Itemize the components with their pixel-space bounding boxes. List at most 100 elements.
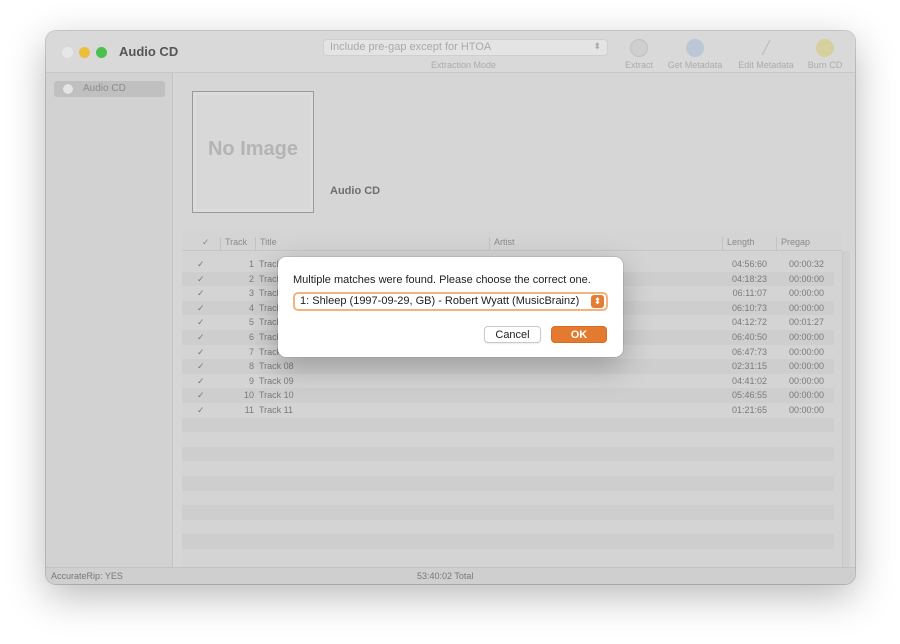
chevron-updown-icon: ⬍	[591, 295, 604, 308]
track-number: 4	[248, 302, 254, 313]
track-number: 3	[248, 288, 254, 299]
table-row[interactable]: ✓ 11 Track 11 01:21:65 00:00:00	[182, 403, 834, 418]
close-button[interactable]	[62, 47, 73, 58]
track-checkbox[interactable]: ✓	[197, 259, 205, 270]
burn-cd-label: Burn CD	[807, 60, 843, 70]
album-title: Audio CD	[330, 185, 381, 197]
track-checkbox[interactable]: ✓	[197, 347, 205, 358]
header-title[interactable]: Title	[255, 237, 277, 251]
table-row[interactable]: ✓ 8 Track 08 02:31:15 00:00:00	[182, 359, 834, 374]
track-length: 01:21:65	[731, 405, 767, 415]
empty-row	[182, 534, 834, 549]
extract-button[interactable]: Extract	[623, 39, 655, 70]
header-check[interactable]: ✓	[198, 237, 210, 251]
edit-metadata-button[interactable]: ╱ Edit Metadata	[734, 39, 798, 70]
minimize-button[interactable]	[79, 47, 90, 58]
match-select[interactable]: 1: Shleep (1997-09-29, GB) - Robert Wyat…	[293, 292, 608, 311]
table-row[interactable]: ✓ 10 Track 10 05:46:55 00:00:00	[182, 388, 834, 403]
empty-row	[182, 476, 834, 491]
dialog-message: Multiple matches were found. Please choo…	[293, 274, 591, 286]
total-duration: 53:40:02 Total	[417, 571, 474, 581]
track-checkbox[interactable]: ✓	[197, 332, 205, 343]
track-length: 06:11:07	[732, 288, 767, 299]
track-title: Track 10	[259, 390, 294, 401]
track-pregap: 00:01:27	[788, 317, 824, 328]
track-pregap: 00:00:00	[788, 332, 824, 342]
track-length: 04:12:72	[731, 317, 767, 328]
track-checkbox[interactable]: ✓	[197, 376, 205, 387]
artwork-placeholder-text: No Image	[207, 138, 299, 160]
edit-metadata-label: Edit Metadata	[738, 60, 794, 70]
track-pregap: 00:00:00	[788, 361, 824, 372]
track-checkbox[interactable]: ✓	[197, 390, 205, 401]
radiation-icon	[816, 39, 834, 57]
sidebar-item-label: Audio CD	[83, 83, 126, 94]
track-pregap: 00:00:00	[788, 273, 824, 284]
track-checkbox[interactable]: ✓	[197, 405, 205, 416]
track-length: 04:56:60	[731, 259, 767, 269]
extract-label: Extract	[624, 60, 653, 70]
empty-row	[182, 505, 834, 520]
track-number: 7	[248, 346, 254, 357]
track-number: 5	[248, 317, 254, 328]
extraction-mode-label: Extraction Mode	[431, 60, 497, 70]
track-pregap: 00:00:00	[788, 375, 824, 386]
header-length[interactable]: Length	[722, 237, 755, 251]
burn-cd-button[interactable]: Burn CD	[804, 39, 846, 70]
header-track[interactable]: Track	[220, 237, 247, 251]
zoom-button[interactable]	[96, 47, 107, 58]
chevron-updown-icon: ⬍	[593, 41, 601, 51]
track-length: 06:40:50	[731, 332, 767, 342]
cancel-button[interactable]: Cancel	[484, 326, 541, 343]
get-metadata-button[interactable]: Get Metadata	[663, 39, 727, 70]
track-length: 05:46:55	[731, 390, 767, 401]
accuraterip-status: AccurateRip: YES	[51, 571, 123, 581]
vertical-scrollbar[interactable]	[842, 251, 850, 567]
track-checkbox[interactable]: ✓	[197, 317, 205, 328]
empty-row	[182, 446, 834, 462]
track-length: 04:41:02	[731, 375, 767, 386]
track-length: 04:18:23	[731, 273, 767, 284]
track-checkbox[interactable]: ✓	[197, 288, 205, 299]
track-pregap: 00:00:00	[788, 346, 824, 357]
table-row[interactable]: ✓ 9 Track 09 04:41:02 00:00:00	[182, 374, 834, 389]
track-checkbox[interactable]: ✓	[197, 303, 205, 314]
track-number: 6	[248, 332, 254, 342]
track-pregap: 00:00:00	[788, 302, 824, 313]
track-number: 9	[248, 375, 254, 386]
cd-icon	[62, 83, 74, 95]
track-title: Track 08	[259, 361, 294, 372]
track-pregap: 00:00:00	[788, 405, 824, 415]
window-title: Audio CD	[119, 44, 179, 59]
track-number: 2	[248, 273, 254, 284]
table-header: ✓ Track Title Artist Length Pregap	[182, 231, 842, 251]
globe-icon	[686, 39, 704, 57]
status-bar: AccurateRip: YES 53:40:02 Total	[46, 567, 855, 584]
sidebar-item-audio-cd[interactable]: Audio CD	[54, 81, 165, 97]
header-pregap[interactable]: Pregap	[776, 237, 810, 251]
extraction-mode-value: Include pre-gap except for HTOA	[330, 41, 492, 53]
match-select-value: 1: Shleep (1997-09-29, GB) - Robert Wyat…	[300, 295, 580, 307]
track-pregap: 00:00:32	[788, 259, 824, 269]
track-length: 02:31:15	[731, 361, 767, 372]
header-artist[interactable]: Artist	[489, 237, 515, 251]
sidebar: Audio CD	[46, 73, 173, 567]
track-number: 8	[248, 361, 254, 372]
album-artwork[interactable]: No Image	[192, 91, 314, 213]
track-checkbox[interactable]: ✓	[197, 361, 205, 372]
track-title: Track 09	[259, 375, 294, 386]
track-pregap: 00:00:00	[788, 390, 824, 401]
ok-button[interactable]: OK	[551, 326, 607, 343]
track-number: 10	[243, 390, 254, 401]
match-dialog: Multiple matches were found. Please choo…	[278, 257, 623, 357]
empty-row	[182, 417, 834, 433]
track-pregap: 00:00:00	[788, 288, 824, 299]
get-metadata-label: Get Metadata	[667, 60, 723, 70]
track-length: 06:10:73	[731, 302, 767, 313]
track-length: 06:47:73	[731, 346, 767, 357]
track-checkbox[interactable]: ✓	[197, 274, 205, 285]
track-number: 1	[248, 259, 254, 269]
titlebar: Audio CD Include pre-gap except for HTOA…	[46, 31, 855, 73]
pencil-icon: ╱	[762, 40, 770, 55]
extraction-mode-select[interactable]: Include pre-gap except for HTOA ⬍	[323, 39, 608, 56]
